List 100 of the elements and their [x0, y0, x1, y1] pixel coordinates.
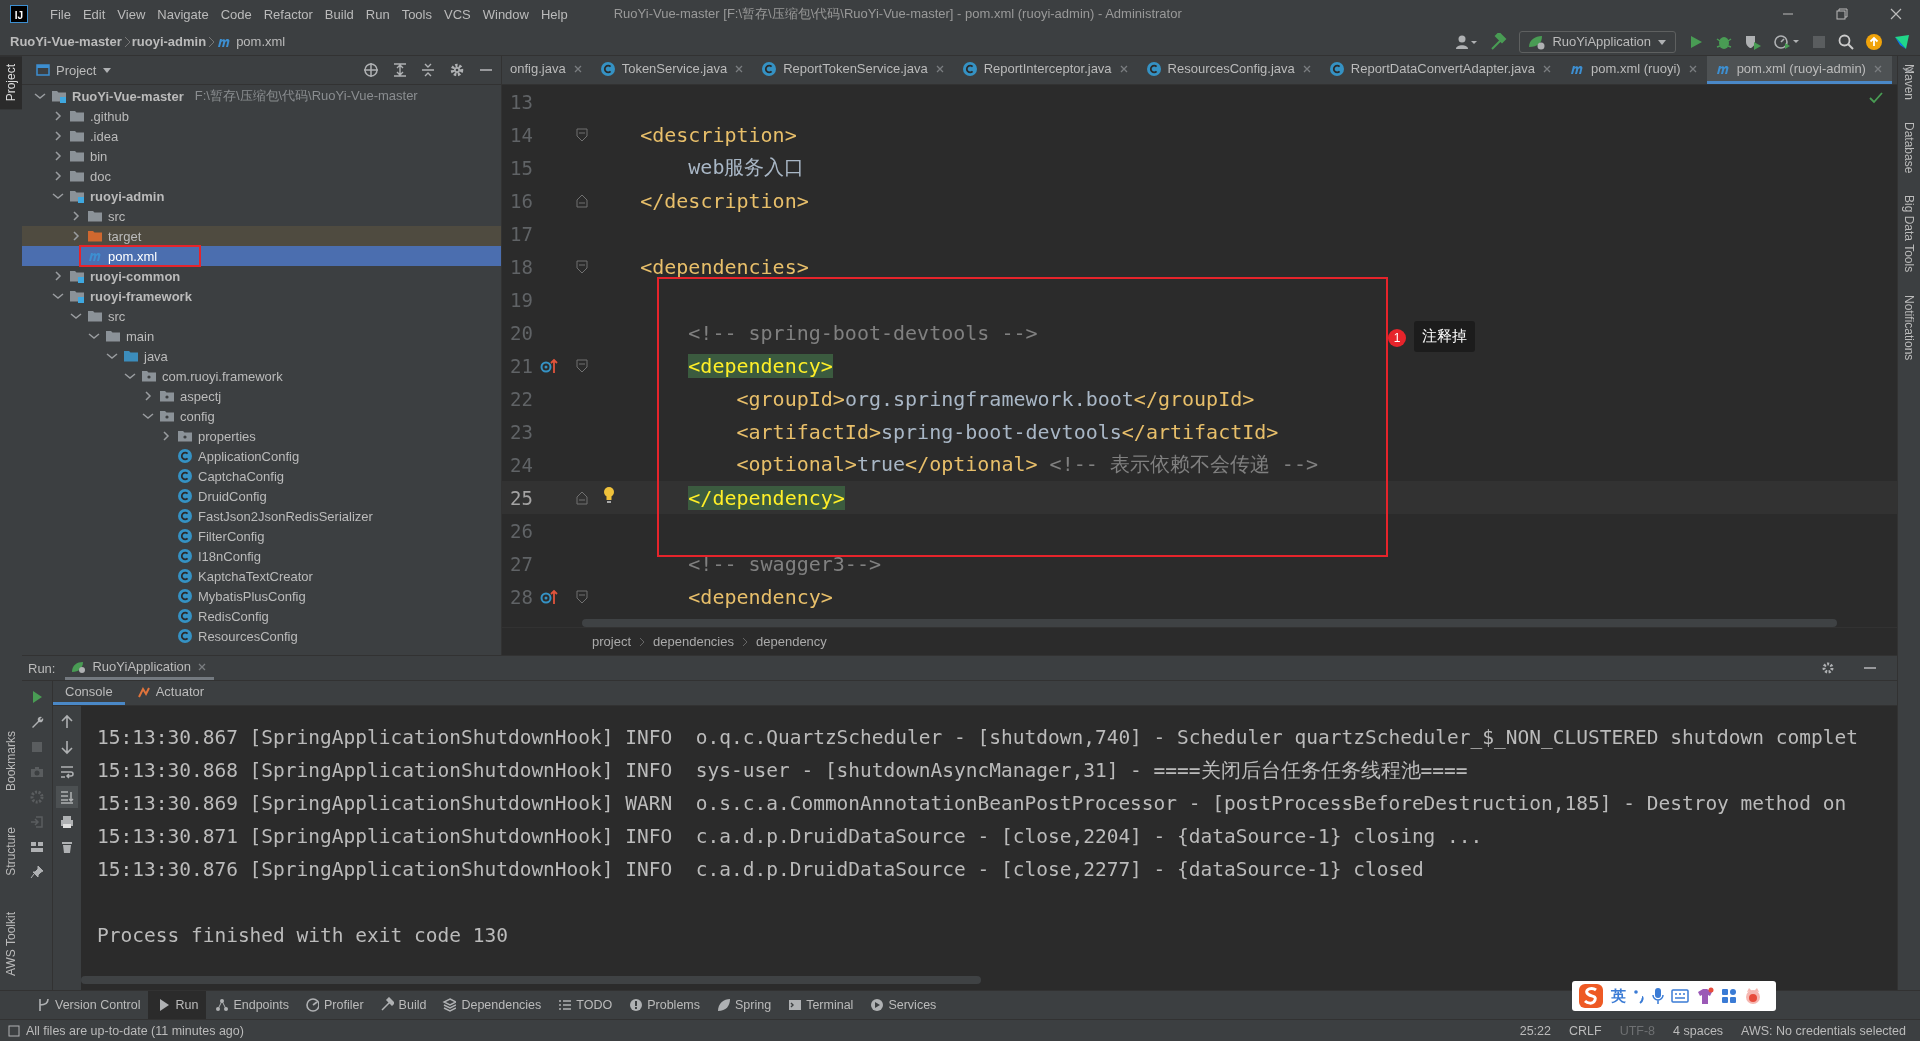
chevron-icon[interactable]	[70, 310, 82, 322]
run-icon[interactable]	[1688, 33, 1704, 50]
layout-icon[interactable]	[8, 1024, 20, 1037]
user-icon[interactable]	[1455, 33, 1478, 50]
menu-item[interactable]: Tools	[395, 6, 438, 22]
tree-item[interactable]: java	[22, 346, 501, 366]
tool-window-button[interactable]: Endpoints	[206, 991, 297, 1019]
coverage-icon[interactable]	[1744, 33, 1762, 50]
up-arrow-icon[interactable]	[59, 714, 75, 730]
tool-window-tab[interactable]: Maven	[1902, 64, 1916, 101]
editor-tab[interactable]: TokenService.java	[591, 56, 754, 84]
tree-item[interactable]: .idea	[22, 126, 501, 146]
project-view-dropdown[interactable]: Project	[30, 61, 119, 79]
chevron-icon[interactable]	[52, 110, 64, 122]
tree-item[interactable]: properties	[22, 426, 501, 446]
trash-icon[interactable]	[59, 839, 75, 855]
tree-item[interactable]: ruoyi-common	[22, 266, 501, 286]
collapse-all-icon[interactable]	[421, 62, 435, 78]
breadcrumb-item[interactable]: project	[592, 634, 632, 649]
tree-item[interactable]: aspectj	[22, 386, 501, 406]
language-toggle[interactable]: 英	[1611, 986, 1626, 1006]
menu-item[interactable]: Help	[534, 6, 574, 22]
tree-item[interactable]: ApplicationConfig	[22, 446, 501, 466]
fold-icon[interactable]	[576, 259, 588, 274]
shirt-icon[interactable]	[1696, 987, 1714, 1005]
fold-icon[interactable]	[576, 193, 588, 208]
chevron-icon[interactable]	[34, 90, 46, 102]
chevron-icon[interactable]	[106, 350, 118, 362]
layout-icon[interactable]	[29, 839, 45, 855]
lightbulb-icon[interactable]	[602, 486, 616, 504]
settings-icon[interactable]	[449, 62, 465, 78]
tree-item[interactable]: config	[22, 406, 501, 426]
menu-item[interactable]: View	[111, 6, 152, 22]
locate-icon[interactable]	[363, 62, 379, 78]
tree-item[interactable]: src	[22, 306, 501, 326]
tool-window-button[interactable]: Spring	[708, 991, 780, 1019]
chevron-icon[interactable]	[70, 210, 82, 222]
search-icon[interactable]	[1838, 33, 1854, 50]
wrap-icon[interactable]	[59, 764, 75, 780]
chevron-icon[interactable]	[124, 370, 136, 382]
override-icon[interactable]	[540, 356, 558, 375]
tool-window-tab[interactable]: Project	[0, 56, 22, 110]
tree-item[interactable]: ResourcesConfig	[22, 626, 501, 646]
tool-window-tab[interactable]: Database	[1902, 122, 1916, 174]
breadcrumb-item[interactable]: dependency	[756, 634, 827, 649]
fold-icon[interactable]	[576, 490, 588, 505]
profiler-icon[interactable]	[1774, 33, 1800, 50]
fold-icon[interactable]	[576, 127, 588, 142]
chevron-icon[interactable]	[70, 230, 82, 242]
tool-window-button[interactable]: Version Control	[28, 991, 149, 1019]
tree-item[interactable]: target	[22, 226, 501, 246]
tree-item[interactable]: pom.xml	[22, 246, 501, 266]
console-tab[interactable]: Actuator	[124, 681, 217, 705]
chevron-icon[interactable]	[52, 270, 64, 282]
chevron-icon[interactable]	[142, 390, 154, 402]
keyboard-icon[interactable]	[1671, 989, 1689, 1003]
input-method-logo-icon[interactable]	[1578, 983, 1604, 1009]
tool-window-button[interactable]: Dependencies	[434, 991, 550, 1019]
tree-item[interactable]: com.ruoyi.framework	[22, 366, 501, 386]
menu-item[interactable]: Build	[318, 6, 360, 22]
tool-window-button[interactable]: Run	[148, 991, 207, 1019]
tree-item[interactable]: DruidConfig	[22, 486, 501, 506]
tree-item[interactable]: MybatisPlusConfig	[22, 586, 501, 606]
menu-item[interactable]: Edit	[76, 6, 112, 22]
tree-item[interactable]: src	[22, 206, 501, 226]
status-item[interactable]: 4 spaces	[1667, 1023, 1730, 1038]
tool-window-button[interactable]: Profiler	[297, 991, 372, 1019]
hammer-icon[interactable]	[1489, 32, 1508, 51]
status-item[interactable]: AWS: No credentials selected	[1735, 1023, 1912, 1038]
mascot-icon[interactable]	[1744, 987, 1762, 1005]
breadcrumb-item[interactable]: ruoyi-admin	[131, 34, 207, 49]
punctuation-icon[interactable]	[1633, 988, 1645, 1004]
microphone-icon[interactable]	[1652, 987, 1664, 1005]
menu-item[interactable]: Run	[359, 6, 396, 22]
chevron-icon[interactable]	[142, 410, 154, 422]
tree-item[interactable]: FastJson2JsonRedisSerializer	[22, 506, 501, 526]
tool-window-button[interactable]: Build	[371, 991, 435, 1019]
breadcrumb-item[interactable]: pom.xml	[216, 33, 286, 50]
expand-all-icon[interactable]	[393, 62, 407, 78]
status-item[interactable]: 25:22	[1513, 1023, 1557, 1038]
tool-window-tab[interactable]: Notifications	[1902, 294, 1916, 360]
tool-window-button[interactable]: TODO	[549, 991, 621, 1019]
fold-icon[interactable]	[576, 589, 588, 604]
status-item[interactable]: CRLF	[1563, 1023, 1608, 1038]
tree-item[interactable]: I18nConfig	[22, 546, 501, 566]
breadcrumb-item[interactable]: dependencies	[653, 634, 734, 649]
tool-window-button[interactable]: Problems	[620, 991, 708, 1019]
pin-icon[interactable]	[29, 864, 45, 880]
menu-item[interactable]: Code	[214, 6, 258, 22]
editor-tab[interactable]: pom.xml (ruoyi)	[1561, 56, 1707, 84]
tool-window-tab[interactable]: Bookmarks	[4, 723, 18, 800]
breadcrumb-item[interactable]: RuoYi-Vue-master	[10, 34, 122, 49]
tree-item[interactable]: .github	[22, 106, 501, 126]
tree-item[interactable]: FilterConfig	[22, 526, 501, 546]
restore-icon[interactable]	[1836, 8, 1848, 20]
tree-item[interactable]: doc	[22, 166, 501, 186]
tree-item[interactable]: KaptchaTextCreator	[22, 566, 501, 586]
down-arrow-icon[interactable]	[59, 739, 75, 755]
menu-item[interactable]: File	[44, 6, 77, 22]
chevron-icon[interactable]	[52, 190, 64, 202]
